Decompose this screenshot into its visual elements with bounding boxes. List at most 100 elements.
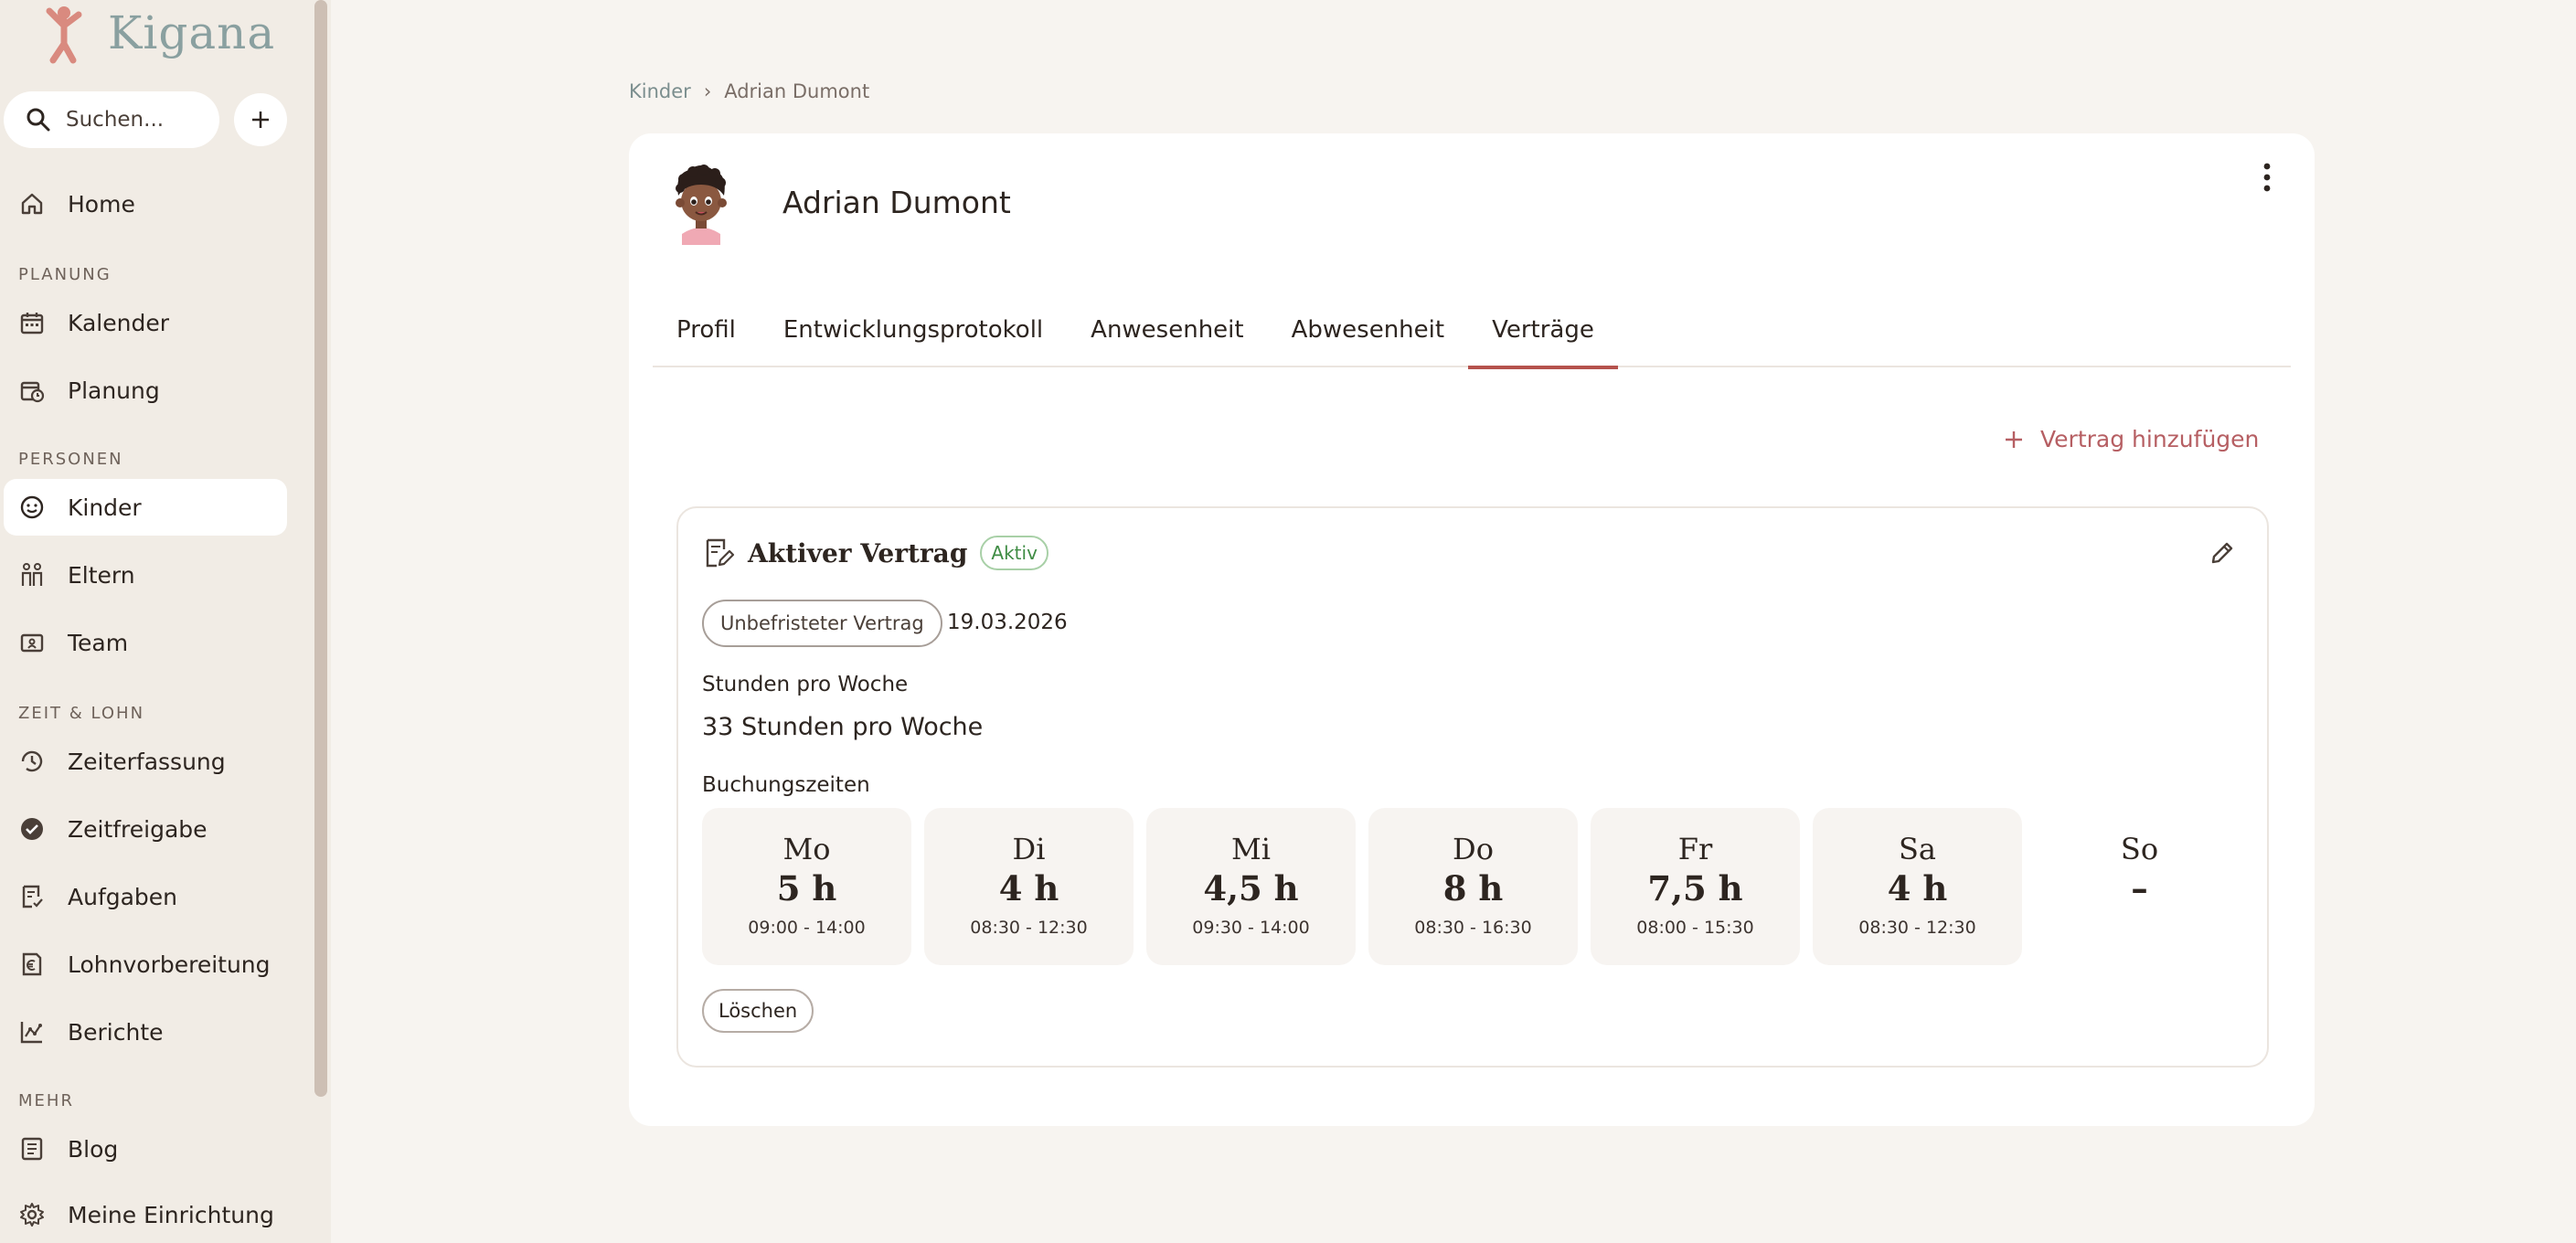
clock-history-icon bbox=[21, 750, 43, 772]
day-time: 08:30 - 16:30 bbox=[1414, 918, 1532, 938]
sidebar-item-label: Home bbox=[68, 190, 135, 218]
hours-label: Stunden pro Woche bbox=[702, 673, 909, 696]
sidebar-scrollbar[interactable] bbox=[314, 0, 327, 1097]
day-card-do: Do 8 h 08:30 - 16:30 bbox=[1368, 808, 1578, 965]
sidebar-item-berichte[interactable]: Berichte bbox=[4, 1004, 287, 1060]
section-label-mehr: MEHR bbox=[18, 1091, 74, 1110]
contract-type-chip: Unbefristeter Vertrag bbox=[702, 600, 942, 647]
app-name: Kigana bbox=[108, 6, 276, 59]
sidebar-item-blog[interactable]: Blog bbox=[4, 1121, 287, 1177]
sidebar-item-label: Zeiterfassung bbox=[68, 748, 226, 775]
tab-anwesenheit[interactable]: Anwesenheit bbox=[1067, 305, 1267, 367]
day-card-fr: Fr 7,5 h 08:00 - 15:30 bbox=[1591, 808, 1800, 965]
day-card-mo: Mo 5 h 09:00 - 14:00 bbox=[702, 808, 911, 965]
day-name: Di bbox=[1012, 832, 1046, 866]
breadcrumb-parent-link[interactable]: Kinder bbox=[629, 80, 691, 102]
app-logo[interactable]: Kigana bbox=[37, 0, 275, 66]
contract-title: Aktiver Vertrag bbox=[748, 537, 968, 568]
day-time: 08:30 - 12:30 bbox=[1858, 918, 1976, 938]
parents-icon bbox=[21, 563, 43, 586]
child-avatar bbox=[676, 165, 727, 245]
sidebar-item-kinder[interactable]: Kinder bbox=[4, 479, 287, 536]
sidebar-item-label: Zeitfreigabe bbox=[68, 815, 208, 843]
add-contract-label: Vertrag hinzufügen bbox=[2040, 426, 2260, 452]
breadcrumb-separator: › bbox=[703, 80, 712, 102]
day-time: 08:30 - 12:30 bbox=[970, 918, 1088, 938]
sidebar-item-label: Team bbox=[68, 629, 129, 656]
day-card-sa: Sa 4 h 08:30 - 12:30 bbox=[1813, 808, 2022, 965]
tab-vertraege[interactable]: Verträge bbox=[1468, 305, 1618, 369]
search-box[interactable] bbox=[4, 91, 219, 148]
sidebar-item-einrichtung[interactable]: Meine Einrichtung bbox=[4, 1186, 287, 1243]
sidebar-item-label: Berichte bbox=[68, 1018, 164, 1046]
sidebar-item-eltern[interactable]: Eltern bbox=[4, 547, 287, 603]
day-time: 09:00 - 14:00 bbox=[748, 918, 866, 938]
tab-abwesenheit[interactable]: Abwesenheit bbox=[1268, 305, 1468, 367]
day-name: Mo bbox=[782, 832, 831, 866]
day-time: 08:00 - 15:30 bbox=[1636, 918, 1754, 938]
chart-icon bbox=[20, 1022, 42, 1044]
sidebar-item-label: Kalender bbox=[68, 309, 169, 336]
hours-value: 33 Stunden pro Woche bbox=[702, 713, 984, 741]
sidebar-item-home[interactable]: Home bbox=[4, 175, 287, 232]
gear-icon bbox=[20, 1203, 44, 1227]
search-input[interactable] bbox=[66, 108, 203, 132]
day-hours: 5 h bbox=[776, 868, 837, 908]
day-hours: 4,5 h bbox=[1203, 868, 1299, 908]
status-badge: Aktiv bbox=[980, 536, 1048, 570]
sidebar-item-team[interactable]: Team bbox=[4, 614, 287, 671]
booking-days: Mo 5 h 09:00 - 14:00 Di 4 h 08:30 - 12:3… bbox=[702, 808, 2244, 965]
add-contract-button[interactable]: Vertrag hinzufügen bbox=[2004, 426, 2259, 452]
sidebar-item-label: Meine Einrichtung bbox=[68, 1201, 274, 1228]
day-hours: 4 h bbox=[1887, 868, 1948, 908]
breadcrumb-current: Adrian Dumont bbox=[724, 80, 870, 102]
day-card-di: Di 4 h 08:30 - 12:30 bbox=[924, 808, 1134, 965]
contract-card: Aktiver Vertrag Aktiv Unbefristeter Vert… bbox=[676, 506, 2269, 1068]
tab-profil[interactable]: Profil bbox=[653, 305, 760, 367]
home-icon bbox=[21, 193, 43, 215]
booking-label: Buchungszeiten bbox=[702, 773, 870, 797]
tab-entwicklungsprotokoll[interactable]: Entwicklungsprotokoll bbox=[760, 305, 1067, 367]
plus-icon bbox=[2006, 430, 2022, 448]
sidebar-item-planung[interactable]: Planung bbox=[4, 362, 287, 419]
task-icon bbox=[22, 885, 43, 908]
sidebar-item-aufgaben[interactable]: Aufgaben bbox=[4, 868, 287, 925]
day-card-so: So – bbox=[2035, 808, 2244, 965]
sidebar-item-label: Kinder bbox=[68, 494, 142, 521]
day-name: Mi bbox=[1231, 832, 1271, 866]
delete-contract-button[interactable]: Löschen bbox=[702, 989, 814, 1033]
sidebar-item-zeitfreigabe[interactable]: Zeitfreigabe bbox=[4, 801, 287, 857]
smiley-face-icon bbox=[20, 495, 44, 519]
plus-icon bbox=[252, 112, 269, 128]
day-name: Fr bbox=[1677, 832, 1713, 866]
day-name: Sa bbox=[1899, 832, 1936, 866]
contract-start-date: 19.03.2026 bbox=[947, 611, 1068, 634]
calendar-clock-icon bbox=[20, 381, 45, 403]
day-hours: 8 h bbox=[1442, 868, 1504, 908]
day-card-mi: Mi 4,5 h 09:30 - 14:00 bbox=[1146, 808, 1356, 965]
child-name: Adrian Dumont bbox=[782, 185, 1011, 220]
day-hours: – bbox=[2131, 868, 2148, 908]
section-label-planung: PLANUNG bbox=[18, 265, 112, 284]
breadcrumb: Kinder › Adrian Dumont bbox=[629, 80, 869, 102]
logo-icon bbox=[46, 6, 82, 64]
day-hours: 7,5 h bbox=[1647, 868, 1743, 908]
tab-bar: Profil Entwicklungsprotokoll Anwesenheit… bbox=[653, 305, 2291, 369]
day-name: Do bbox=[1453, 832, 1494, 866]
calendar-icon bbox=[20, 313, 44, 335]
sidebar: Kigana Home PLANUNG Kalender Planung PER… bbox=[0, 0, 331, 1243]
team-badge-icon bbox=[20, 633, 44, 653]
payroll-euro-icon bbox=[22, 952, 42, 976]
sidebar-item-label: Aufgaben bbox=[68, 883, 178, 910]
add-button[interactable] bbox=[234, 93, 287, 146]
child-detail-card: Adrian Dumont Profil Entwicklungsprotoko… bbox=[629, 133, 2315, 1126]
pencil-icon[interactable] bbox=[2209, 539, 2236, 567]
sidebar-item-kalender[interactable]: Kalender bbox=[4, 294, 287, 351]
sidebar-item-zeiterfassung[interactable]: Zeiterfassung bbox=[4, 733, 287, 790]
sidebar-item-label: Planung bbox=[68, 377, 160, 404]
day-time: 09:30 - 14:00 bbox=[1192, 918, 1310, 938]
sidebar-item-lohnvorbereitung[interactable]: Lohnvorbereitung bbox=[4, 936, 287, 993]
contract-header: Aktiver Vertrag Aktiv bbox=[702, 536, 1048, 570]
more-vertical-icon[interactable] bbox=[2256, 161, 2278, 194]
check-circle-icon bbox=[21, 818, 43, 840]
